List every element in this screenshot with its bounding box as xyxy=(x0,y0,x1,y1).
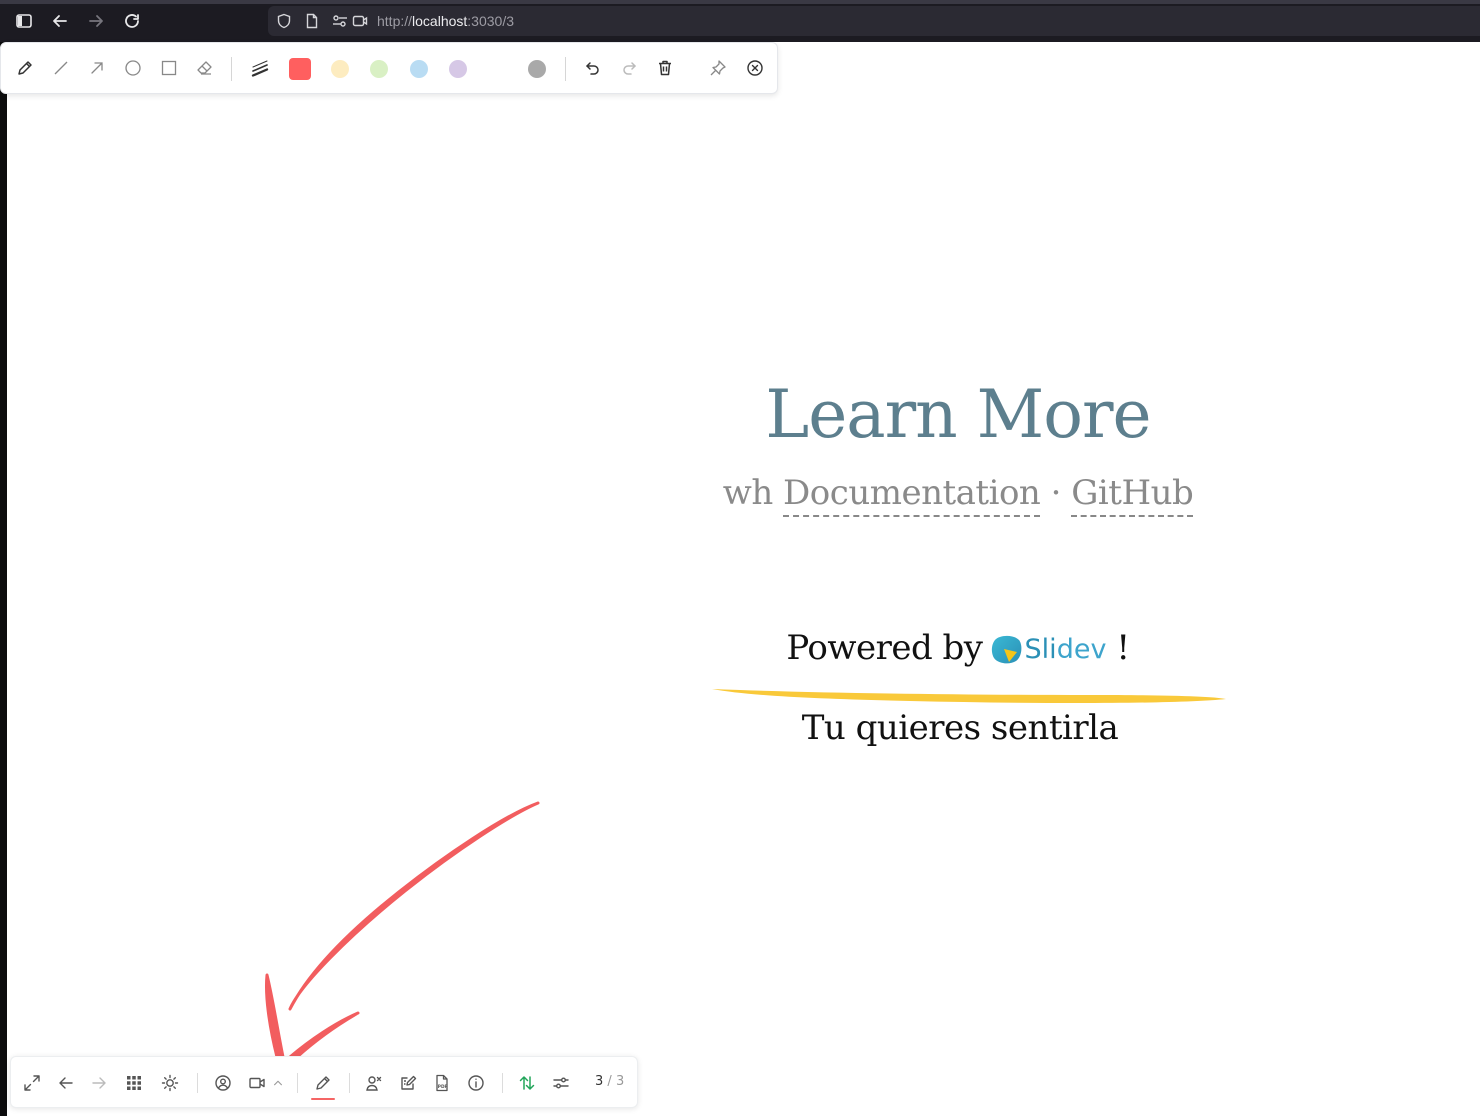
pencil-icon[interactable] xyxy=(14,57,36,79)
color-purple-swatch[interactable] xyxy=(449,60,467,78)
color-gray-swatch[interactable] xyxy=(528,60,546,78)
sync-icon[interactable] xyxy=(516,1072,538,1094)
slidev-logo-icon xyxy=(991,635,1021,664)
pencil-draw-icon[interactable] xyxy=(312,1072,334,1094)
theme-toggle-icon[interactable] xyxy=(159,1072,181,1094)
brand-strong: Sli xyxy=(1024,634,1057,665)
camera-user-icon[interactable] xyxy=(212,1072,234,1094)
pin-icon[interactable] xyxy=(707,57,729,79)
powered-by-text: Powered by xyxy=(786,628,983,668)
redo-icon[interactable] xyxy=(618,57,640,79)
brand-light: dev xyxy=(1056,634,1107,665)
trash-icon[interactable] xyxy=(654,57,676,79)
toolbar-divider xyxy=(231,57,232,81)
camera-permission-icon[interactable] xyxy=(352,13,368,29)
drawing-toolbar xyxy=(0,42,778,94)
chevron-up-icon[interactable] xyxy=(271,1072,285,1094)
edit-note-icon[interactable] xyxy=(397,1072,419,1094)
stroke-width-icon[interactable] xyxy=(249,57,271,79)
reload-icon[interactable] xyxy=(121,10,143,32)
slidev-logo[interactable]: Slidev xyxy=(989,626,1107,674)
slide-nav-bar: PDF 3 / 3 xyxy=(10,1056,638,1108)
url-path: :3030/3 xyxy=(467,13,515,29)
page-separator: / xyxy=(607,1074,612,1089)
tab-strip-edge xyxy=(0,0,1480,4)
rectangle-icon[interactable] xyxy=(158,57,180,79)
permissions-icon[interactable] xyxy=(332,13,348,29)
settings-icon[interactable] xyxy=(550,1072,572,1094)
github-link[interactable]: GitHub xyxy=(1071,473,1194,517)
line-icon[interactable] xyxy=(50,57,72,79)
nav-divider xyxy=(502,1073,503,1093)
presenter-icon[interactable] xyxy=(363,1072,385,1094)
url-text[interactable]: http://localhost:3030/3 xyxy=(377,13,514,29)
links-prefix: wh xyxy=(722,473,774,513)
links-separator: · xyxy=(1050,473,1062,513)
svg-text:PDF: PDF xyxy=(438,1084,448,1090)
browser-toolbar: http://localhost:3030/3 xyxy=(0,0,1480,42)
grid-icon[interactable] xyxy=(123,1072,145,1094)
nav-divider xyxy=(197,1073,198,1093)
next-arrow-icon[interactable] xyxy=(88,1072,110,1094)
undo-icon[interactable] xyxy=(582,57,604,79)
color-blue-swatch[interactable] xyxy=(410,60,428,78)
arrow-icon[interactable] xyxy=(86,57,108,79)
forward-icon[interactable] xyxy=(85,10,107,32)
sidebar-toggle-icon[interactable] xyxy=(13,10,35,32)
video-icon[interactable] xyxy=(246,1072,268,1094)
slide-title: Learn More xyxy=(765,376,1151,453)
powered-by-line: Powered by Slidev! xyxy=(700,624,1216,674)
page-counter: 3 / 3 xyxy=(595,1074,624,1089)
pdf-icon[interactable]: PDF xyxy=(431,1072,453,1094)
url-scheme: http:// xyxy=(377,13,413,29)
color-yellow-swatch[interactable] xyxy=(331,60,349,78)
prev-arrow-icon[interactable] xyxy=(55,1072,77,1094)
url-host: localhost xyxy=(412,13,468,29)
red-arrow-drawing xyxy=(265,801,540,1059)
exclamation: ! xyxy=(1116,628,1130,668)
viewport-left-edge xyxy=(0,42,7,1116)
close-icon[interactable] xyxy=(744,57,766,79)
eraser-icon[interactable] xyxy=(193,57,215,79)
toolbar-divider xyxy=(565,57,566,81)
color-green-swatch[interactable] xyxy=(370,60,388,78)
links-line: wh Documentation · GitHub xyxy=(700,470,1216,517)
documentation-link[interactable]: Documentation xyxy=(783,473,1041,517)
back-icon[interactable] xyxy=(49,10,71,32)
circle-icon[interactable] xyxy=(122,57,144,79)
page-total: 3 xyxy=(615,1074,625,1089)
slidev-wordmark: Slidev xyxy=(1025,626,1107,674)
slide-subtitle: Tu quieres sentirla xyxy=(801,708,1119,748)
page-info-icon[interactable] xyxy=(304,13,320,29)
info-icon[interactable] xyxy=(465,1072,487,1094)
nav-divider xyxy=(297,1073,298,1093)
color-red-swatch[interactable] xyxy=(289,58,311,80)
shield-icon[interactable] xyxy=(276,13,292,29)
fullscreen-icon[interactable] xyxy=(21,1072,43,1094)
active-tool-indicator xyxy=(311,1098,335,1100)
nav-divider xyxy=(349,1073,350,1093)
address-bar[interactable]: http://localhost:3030/3 xyxy=(268,6,1480,36)
